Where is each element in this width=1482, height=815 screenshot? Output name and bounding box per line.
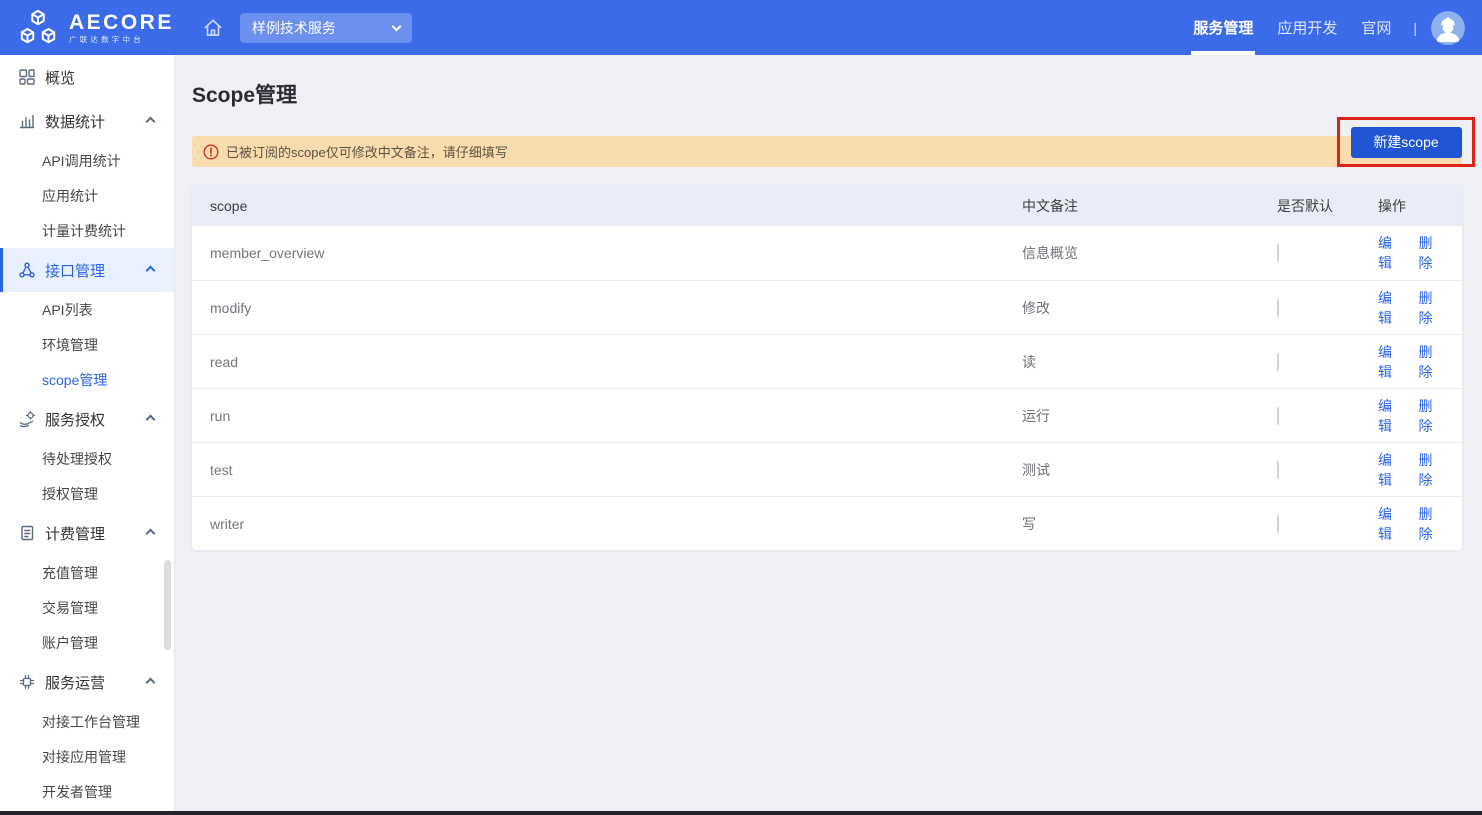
nav-app-development[interactable]: 应用开发 [1265,0,1349,55]
delete-link[interactable]: 删除 [1419,342,1445,382]
edit-link[interactable]: 编辑 [1378,288,1404,328]
sidebar-subitem-对接工作台管理[interactable]: 对接工作台管理 [0,704,174,739]
edit-link[interactable]: 编辑 [1378,396,1404,436]
delete-link[interactable]: 删除 [1419,504,1445,544]
bottom-edge [0,811,1482,815]
sidebar-subitem-授权管理[interactable]: 授权管理 [0,476,174,511]
stats-icon [18,112,36,130]
warning-icon [203,144,219,160]
billing-icon [18,524,36,542]
sidebar-item-billing[interactable]: 计费管理 [0,511,174,555]
cube-logo-icon [16,8,60,48]
col-scope: scope [210,198,1022,214]
delete-link[interactable]: 删除 [1419,450,1445,490]
sidebar: 概览 数据统计 API调用统计 应用统计 计量计费统计 接口管理 API列表 环… [0,55,175,811]
top-nav: 服务管理 应用开发 官网 | [1181,0,1482,55]
delete-link[interactable]: 删除 [1419,233,1445,273]
sidebar-subitem-待处理授权[interactable]: 待处理授权 [0,441,174,476]
table-row: test 测试 编辑 删除 [192,442,1462,496]
sidebar-subitem-scope管理[interactable]: scope管理 [0,362,174,397]
ops-icon [18,673,36,691]
sidebar-subitem-账户管理[interactable]: 账户管理 [0,625,174,660]
table-header: scope 中文备注 是否默认 操作 [192,185,1462,226]
default-checkbox[interactable] [1277,515,1279,533]
brand-logo: AECORE 广联达数字中台 [16,8,174,48]
sidebar-subitem-环境管理[interactable]: 环境管理 [0,327,174,362]
sidebar-subitem-开发者管理[interactable]: 开发者管理 [0,774,174,809]
warning-banner: 已被订阅的scope仅可修改中文备注，请仔细填写 [192,136,1462,167]
sidebar-subitem-计量计费统计[interactable]: 计量计费统计 [0,213,174,248]
page-title: Scope管理 [192,79,1462,109]
sidebar-subitem-充值管理[interactable]: 充值管理 [0,555,174,590]
table-row: member_overview 信息概览 编辑 删除 [192,226,1462,280]
delete-link[interactable]: 删除 [1419,396,1445,436]
annotation-highlight-box: 新建scope [1337,117,1475,167]
edit-link[interactable]: 编辑 [1378,233,1404,273]
sidebar-subitem-交易管理[interactable]: 交易管理 [0,590,174,625]
sidebar-subitem-对接应用管理[interactable]: 对接应用管理 [0,739,174,774]
chevron-up-icon[interactable] [146,265,156,275]
sidebar-subitem-应用统计[interactable]: 应用统计 [0,178,174,213]
api-icon [18,261,36,279]
table-row: writer 写 编辑 删除 [192,496,1462,550]
home-icon[interactable] [202,17,224,39]
nav-separator: | [1413,20,1417,36]
col-remark: 中文备注 [1022,196,1277,216]
sidebar-item-service-auth[interactable]: 服务授权 [0,397,174,441]
scope-table: scope 中文备注 是否默认 操作 member_overview 信息概览 … [192,185,1462,550]
chevron-up-icon[interactable] [146,414,156,424]
sidebar-item-overview[interactable]: 概览 [0,55,174,99]
col-actions: 操作 [1378,196,1444,216]
service-selector-value: 样例技术服务 [252,18,393,38]
nav-service-management[interactable]: 服务管理 [1181,0,1265,55]
edit-link[interactable]: 编辑 [1378,450,1404,490]
sidebar-subitem-API列表[interactable]: API列表 [0,292,174,327]
default-checkbox[interactable] [1277,407,1279,425]
auth-icon [18,410,36,428]
topbar: AECORE 广联达数字中台 样例技术服务 服务管理 应用开发 官网 | [0,0,1482,55]
nav-official-site[interactable]: 官网 [1349,0,1403,55]
sidebar-item-data-stats[interactable]: 数据统计 [0,99,174,143]
warning-text: 已被订阅的scope仅可修改中文备注，请仔细填写 [226,142,508,161]
logo-title: AECORE [69,12,174,33]
sidebar-subitem-API调用统计[interactable]: API调用统计 [0,143,174,178]
chevron-up-icon[interactable] [146,116,156,126]
chevron-up-icon[interactable] [146,528,156,538]
chevron-down-icon [391,21,401,31]
logo-subtitle: 广联达数字中台 [69,36,174,44]
new-scope-button[interactable]: 新建scope [1351,127,1462,158]
main-content: Scope管理 新建scope 已被订阅的scope仅可修改中文备注，请仔细填写… [175,55,1482,815]
sidebar-item-service-ops[interactable]: 服务运营 [0,660,174,704]
table-row: run 运行 编辑 删除 [192,388,1462,442]
chevron-up-icon[interactable] [146,677,156,687]
default-checkbox[interactable] [1277,461,1279,479]
table-row: read 读 编辑 删除 [192,334,1462,388]
table-row: modify 修改 编辑 删除 [192,280,1462,334]
default-checkbox[interactable] [1277,299,1279,317]
col-default: 是否默认 [1277,196,1378,216]
default-checkbox[interactable] [1277,244,1279,262]
edit-link[interactable]: 编辑 [1378,342,1404,382]
overview-icon [18,68,36,86]
default-checkbox[interactable] [1277,353,1279,371]
sidebar-scrollbar-thumb[interactable] [164,560,171,650]
service-selector[interactable]: 样例技术服务 [240,13,412,43]
sidebar-item-api-mgmt[interactable]: 接口管理 [0,248,174,292]
user-avatar[interactable] [1431,11,1465,45]
edit-link[interactable]: 编辑 [1378,504,1404,544]
delete-link[interactable]: 删除 [1419,288,1445,328]
